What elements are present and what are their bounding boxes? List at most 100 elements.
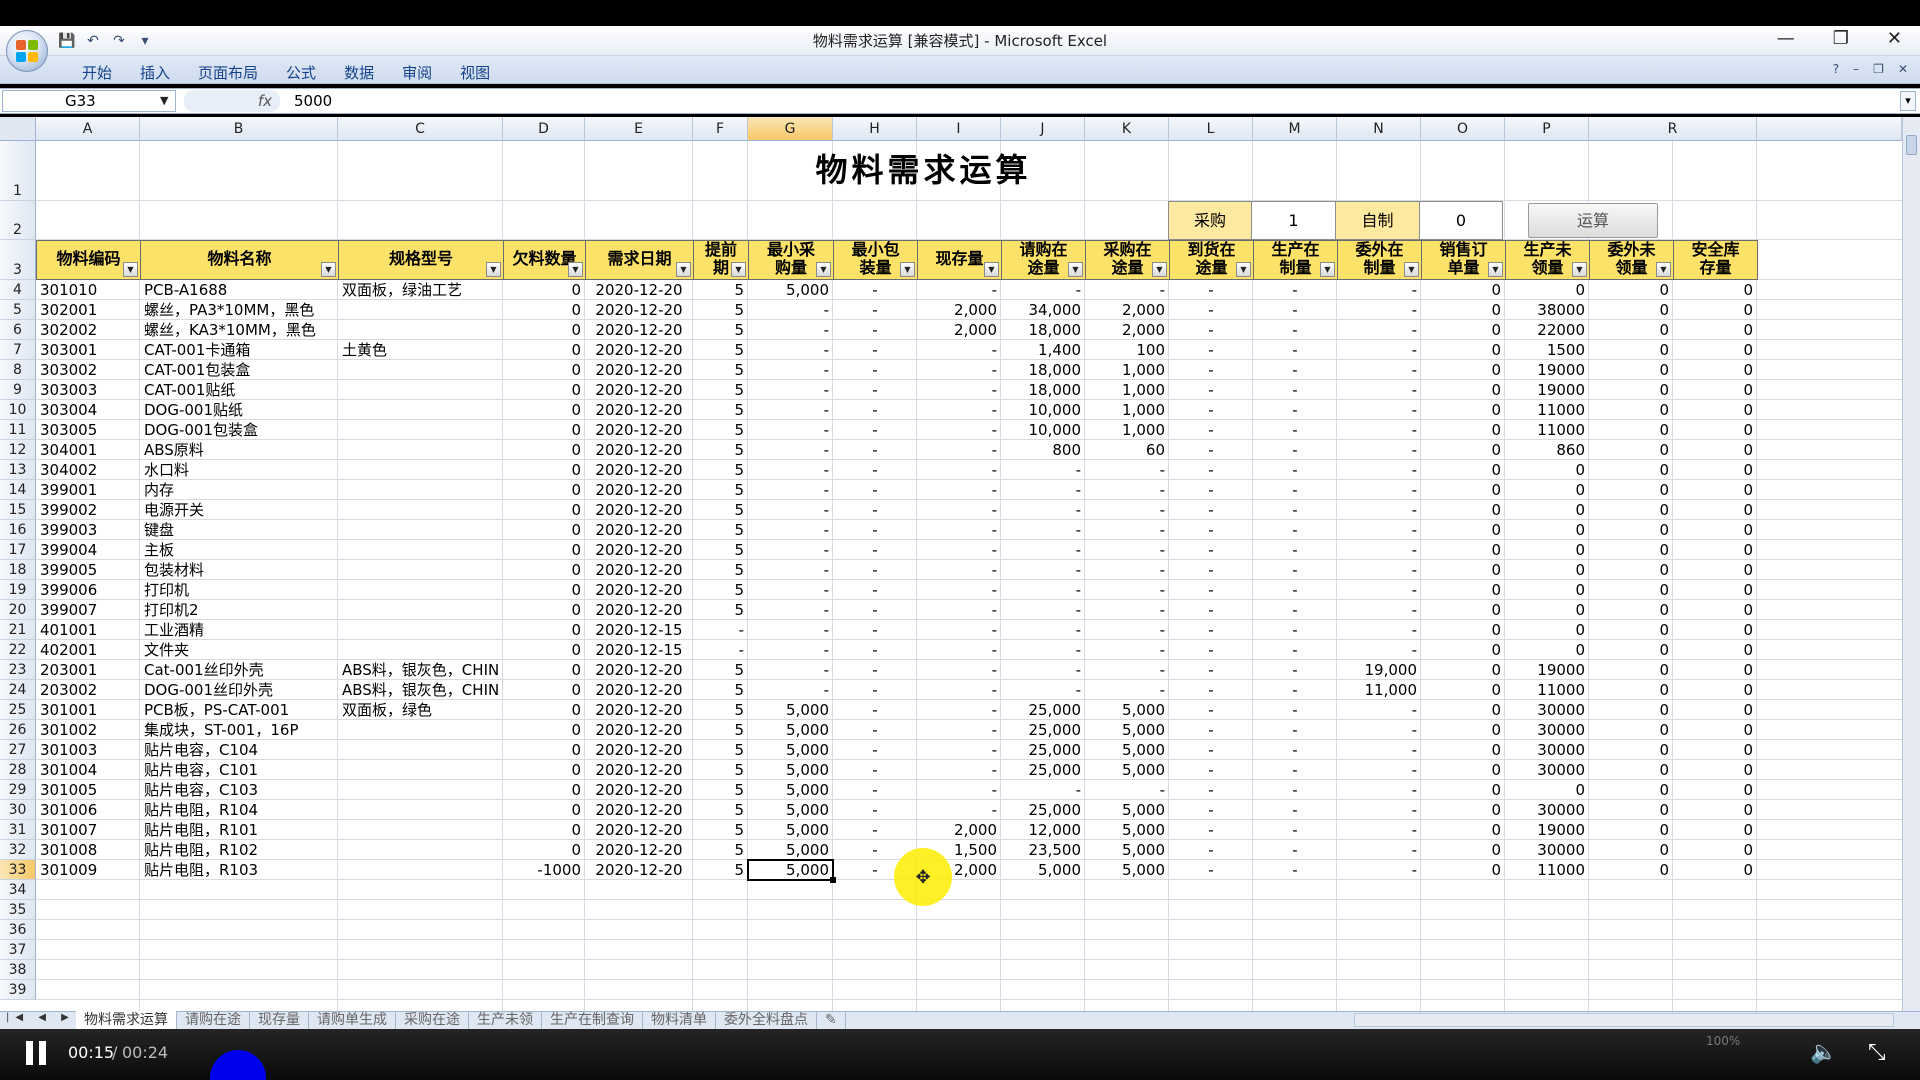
cell-on-hand-qty[interactable]: -: [917, 680, 1001, 700]
cell-safety-stock-qty[interactable]: 0: [1673, 360, 1757, 380]
row-header-36[interactable]: 36: [0, 920, 36, 940]
row-header-26[interactable]: 26: [0, 720, 36, 740]
cell-production-unissued-qty[interactable]: 30000: [1505, 760, 1589, 780]
filter-dropdown-icon[interactable]: ▼: [1320, 262, 1335, 277]
cell-lead-time[interactable]: 5: [693, 360, 748, 380]
cell-safety-stock-qty[interactable]: 0: [1673, 480, 1757, 500]
cell-production-wip-qty[interactable]: -: [1253, 460, 1337, 480]
cell-sales-order-qty[interactable]: 0: [1421, 280, 1505, 300]
cell-material-name[interactable]: 内存: [140, 480, 338, 500]
cell-purchase-transit-qty[interactable]: 5,000: [1085, 800, 1169, 820]
row-header-31[interactable]: 31: [0, 820, 36, 840]
cell-on-hand-qty[interactable]: -: [917, 560, 1001, 580]
cell-requisition-transit-qty[interactable]: 18,000: [1001, 380, 1085, 400]
cell-demand-date[interactable]: 2020-12-20: [585, 420, 693, 440]
cell-on-hand-qty[interactable]: -: [917, 640, 1001, 660]
row-header-14[interactable]: 14: [0, 480, 36, 500]
cell-demand-date[interactable]: 2020-12-20: [585, 460, 693, 480]
cell-outsource-unissued-qty[interactable]: 0: [1589, 520, 1673, 540]
row-header-23[interactable]: 23: [0, 660, 36, 680]
cell-min-pack-qty[interactable]: -: [833, 440, 917, 460]
row-header-12[interactable]: 12: [0, 440, 36, 460]
cell-material-code[interactable]: 303004: [36, 400, 140, 420]
tab-page-layout[interactable]: 页面布局: [184, 62, 272, 83]
cell-lead-time[interactable]: 5: [693, 540, 748, 560]
cell-outsource-wip-qty[interactable]: -: [1337, 440, 1421, 460]
cell-purchase-transit-qty[interactable]: -: [1085, 580, 1169, 600]
cell-min-pack-qty[interactable]: -: [833, 520, 917, 540]
cell-outsource-wip-qty[interactable]: -: [1337, 460, 1421, 480]
column-header-d[interactable]: D: [503, 117, 585, 141]
close-button[interactable]: ✕: [1887, 28, 1902, 49]
row-header-19[interactable]: 19: [0, 580, 36, 600]
exit-fullscreen-icon[interactable]: ⤡: [1868, 1040, 1886, 1065]
cell-spec-model[interactable]: [338, 600, 507, 620]
cell-shortage-qty[interactable]: 0: [503, 500, 585, 520]
cell-material-name[interactable]: DOG-001丝印外壳: [140, 680, 338, 700]
cell-min-pack-qty[interactable]: -: [833, 680, 917, 700]
cell-lead-time[interactable]: -: [693, 620, 748, 640]
cell-sales-order-qty[interactable]: 0: [1421, 740, 1505, 760]
cell-production-wip-qty[interactable]: -: [1253, 720, 1337, 740]
cell-on-hand-qty[interactable]: -: [917, 440, 1001, 460]
cell-arrival-transit-qty[interactable]: -: [1169, 860, 1253, 880]
cell-production-wip-qty[interactable]: -: [1253, 700, 1337, 720]
cell-safety-stock-qty[interactable]: 0: [1673, 280, 1757, 300]
cell-shortage-qty[interactable]: 0: [503, 400, 585, 420]
cell-outsource-unissued-qty[interactable]: 0: [1589, 760, 1673, 780]
cell-arrival-transit-qty[interactable]: -: [1169, 700, 1253, 720]
cell-shortage-qty[interactable]: 0: [503, 580, 585, 600]
cell-sales-order-qty[interactable]: 0: [1421, 780, 1505, 800]
cell-requisition-transit-qty[interactable]: 800: [1001, 440, 1085, 460]
sheet-tab[interactable]: 请购在途: [177, 1011, 250, 1029]
cell-outsource-unissued-qty[interactable]: 0: [1589, 680, 1673, 700]
cell-requisition-transit-qty[interactable]: -: [1001, 540, 1085, 560]
cell-spec-model[interactable]: [338, 480, 507, 500]
cell-outsource-unissued-qty[interactable]: 0: [1589, 500, 1673, 520]
cell-production-wip-qty[interactable]: -: [1253, 480, 1337, 500]
column-header-f[interactable]: F: [693, 117, 748, 141]
cell-spec-model[interactable]: [338, 720, 507, 740]
cell-lead-time[interactable]: 5: [693, 340, 748, 360]
cell-demand-date[interactable]: 2020-12-20: [585, 660, 693, 680]
cell-production-wip-qty[interactable]: -: [1253, 820, 1337, 840]
cell-production-unissued-qty[interactable]: 30000: [1505, 720, 1589, 740]
cell-min-purchase-qty[interactable]: -: [748, 540, 833, 560]
cell-requisition-transit-qty[interactable]: -: [1001, 560, 1085, 580]
cell-spec-model[interactable]: [338, 840, 507, 860]
cell-min-pack-qty[interactable]: -: [833, 600, 917, 620]
cell-production-unissued-qty[interactable]: 0: [1505, 640, 1589, 660]
cell-arrival-transit-qty[interactable]: -: [1169, 560, 1253, 580]
cell-min-pack-qty[interactable]: -: [833, 780, 917, 800]
cell-demand-date[interactable]: 2020-12-20: [585, 400, 693, 420]
cell-material-code[interactable]: 302001: [36, 300, 140, 320]
cell-shortage-qty[interactable]: 0: [503, 840, 585, 860]
cell-outsource-wip-qty[interactable]: 19,000: [1337, 660, 1421, 680]
cell-material-name[interactable]: 贴片电容，C104: [140, 740, 338, 760]
cell-on-hand-qty[interactable]: 2,000: [917, 300, 1001, 320]
cell-safety-stock-qty[interactable]: 0: [1673, 420, 1757, 440]
cell-arrival-transit-qty[interactable]: -: [1169, 400, 1253, 420]
cell-spec-model[interactable]: [338, 620, 507, 640]
cell-material-code[interactable]: 303003: [36, 380, 140, 400]
cell-production-wip-qty[interactable]: -: [1253, 280, 1337, 300]
row-header-9[interactable]: 9: [0, 380, 36, 400]
column-header-k[interactable]: K: [1085, 117, 1169, 141]
cell-lead-time[interactable]: 5: [693, 580, 748, 600]
cell-on-hand-qty[interactable]: -: [917, 620, 1001, 640]
cell-material-name[interactable]: PCB-A1688: [140, 280, 338, 300]
cell-purchase-transit-qty[interactable]: 5,000: [1085, 700, 1169, 720]
cell-outsource-wip-qty[interactable]: -: [1337, 300, 1421, 320]
filter-dropdown-icon[interactable]: ▼: [900, 262, 915, 277]
filter-dropdown-icon[interactable]: ▼: [1152, 262, 1167, 277]
filter-dropdown-icon[interactable]: ▼: [1488, 262, 1503, 277]
row-header-13[interactable]: 13: [0, 460, 36, 480]
cell-purchase-transit-qty[interactable]: 2,000: [1085, 320, 1169, 340]
cell-spec-model[interactable]: ABS料，银灰色，CHIN: [338, 660, 507, 680]
row-header-32[interactable]: 32: [0, 840, 36, 860]
tab-review[interactable]: 审阅: [388, 62, 446, 83]
cell-spec-model[interactable]: [338, 800, 507, 820]
cell-on-hand-qty[interactable]: -: [917, 740, 1001, 760]
row-header-8[interactable]: 8: [0, 360, 36, 380]
cell-outsource-unissued-qty[interactable]: 0: [1589, 320, 1673, 340]
